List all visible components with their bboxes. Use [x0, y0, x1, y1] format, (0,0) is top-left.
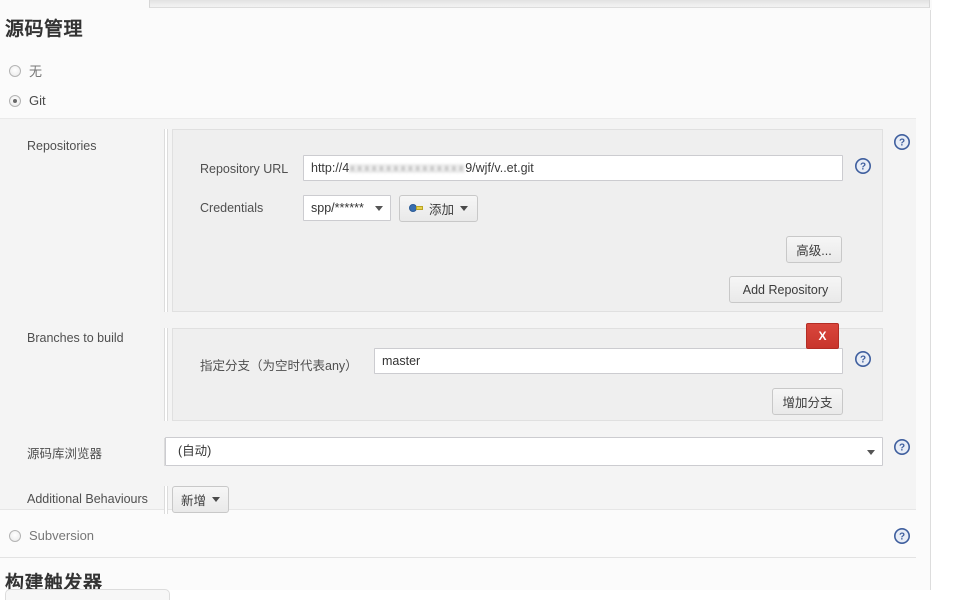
- help-icon-repositories[interactable]: ?: [894, 134, 910, 150]
- right-gutter: [932, 0, 969, 590]
- radio-option-subversion[interactable]: Subversion: [9, 528, 94, 543]
- help-icon-subversion[interactable]: ?: [894, 528, 910, 544]
- label-repository-url: Repository URL: [200, 162, 289, 176]
- svg-text:?: ?: [860, 355, 866, 366]
- svg-text:?: ?: [860, 162, 866, 173]
- repository-url-redacted: xxxxxxxxxxxxxxxx: [349, 161, 466, 175]
- radio-git-icon[interactable]: [9, 94, 21, 107]
- top-strip: [0, 0, 969, 10]
- branch-specifier-input[interactable]: master: [374, 348, 843, 374]
- label-branch-specifier: 指定分支（为空时代表any）: [200, 359, 358, 373]
- svg-text:?: ?: [899, 443, 905, 454]
- label-credentials: Credentials: [200, 201, 264, 215]
- help-icon-repository-browser[interactable]: ?: [894, 439, 910, 455]
- config-page-column: 源码管理 无 Git Repositories Repository URL h…: [0, 10, 931, 600]
- add-repository-label: Add Repository: [742, 282, 829, 297]
- radio-none-icon[interactable]: [9, 64, 21, 77]
- chevron-down-icon: [212, 497, 221, 502]
- add-behaviour-label: 新增: [181, 494, 207, 508]
- page-title-source-code-management: 源码管理: [5, 19, 84, 40]
- branch-specifier-value: master: [382, 354, 421, 368]
- build-triggers-panel-top-edge: [5, 589, 170, 600]
- add-behaviour-button[interactable]: 新增: [172, 486, 229, 513]
- repository-url-suffix: 9/wjf/v..et.git: [465, 161, 534, 175]
- radio-subversion-label: Subversion: [29, 528, 95, 543]
- cutoff-tab-bar[interactable]: [149, 0, 930, 8]
- add-credentials-button[interactable]: 添加: [399, 195, 478, 222]
- label-repository-browser: 源码库浏览器: [27, 447, 103, 461]
- add-branch-label: 增加分支: [782, 396, 833, 410]
- radio-git-label: Git: [29, 93, 46, 108]
- svg-text:?: ?: [899, 138, 905, 149]
- branches-drag-grip[interactable]: [164, 328, 168, 421]
- radio-option-git[interactable]: Git: [9, 93, 46, 108]
- delete-branch-button[interactable]: X: [806, 323, 839, 349]
- add-credentials-label: 添加: [429, 203, 455, 217]
- radio-subversion-icon[interactable]: [9, 529, 21, 542]
- close-icon: X: [818, 329, 827, 343]
- label-branches-to-build: Branches to build: [27, 331, 124, 345]
- repositories-drag-grip[interactable]: [164, 129, 168, 312]
- help-icon-branch-specifier[interactable]: ?: [855, 351, 871, 367]
- help-icon-repository-url[interactable]: ?: [855, 158, 871, 174]
- credentials-select[interactable]: spp/******: [303, 195, 391, 221]
- section-divider: [0, 557, 916, 558]
- chevron-down-icon: [375, 206, 383, 211]
- add-branch-button[interactable]: 增加分支: [772, 388, 843, 415]
- additional-behaviours-drag-grip[interactable]: [164, 486, 168, 514]
- advanced-label: 高级...: [796, 244, 832, 258]
- radio-none-label: 无: [29, 64, 43, 79]
- radio-option-none[interactable]: 无: [9, 61, 42, 80]
- repository-url-input[interactable]: http://4xxxxxxxxxxxxxxxx9/wjf/v..et.git: [303, 155, 843, 181]
- label-repositories: Repositories: [27, 139, 97, 153]
- chevron-down-icon: [460, 206, 469, 211]
- key-icon: [409, 204, 423, 213]
- chevron-down-icon: [867, 449, 875, 455]
- advanced-button[interactable]: 高级...: [786, 236, 842, 263]
- svg-text:?: ?: [899, 532, 905, 543]
- repository-url-value: http://4xxxxxxxxxxxxxxxx9/wjf/v..et.git: [311, 156, 534, 180]
- repository-browser-selected-value: (自动): [178, 444, 212, 458]
- add-repository-button[interactable]: Add Repository: [729, 276, 842, 303]
- repository-browser-select[interactable]: (自动): [165, 437, 883, 466]
- label-additional-behaviours: Additional Behaviours: [27, 492, 148, 506]
- credentials-selected-value: spp/******: [311, 201, 364, 215]
- repository-url-prefix: http://4: [311, 161, 350, 175]
